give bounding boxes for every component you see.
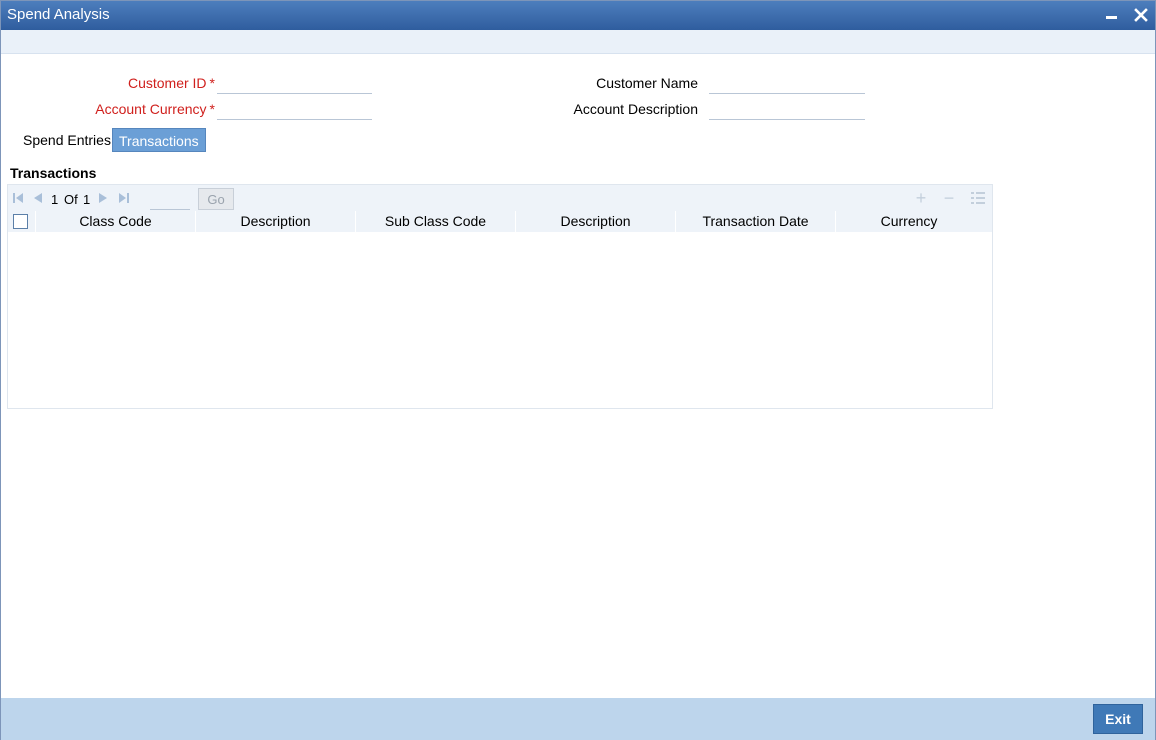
column-header-transaction-date[interactable]: Transaction Date: [676, 211, 836, 232]
customer-name-input[interactable]: [709, 74, 865, 94]
toolbar-strip: [1, 30, 1155, 54]
column-header-class-code[interactable]: Class Code: [36, 211, 196, 232]
tab-spend-entries[interactable]: Spend Entries: [17, 128, 117, 152]
last-page-icon[interactable]: [118, 192, 130, 204]
close-button[interactable]: [1132, 6, 1150, 24]
select-all-checkbox[interactable]: [13, 214, 28, 229]
account-currency-input[interactable]: [217, 100, 372, 120]
minimize-button[interactable]: [1102, 6, 1120, 24]
grid-header: Class Code Description Sub Class Code De…: [8, 211, 992, 232]
transactions-grid: 1 Of 1 Go + − Class Code Description Sub…: [7, 184, 993, 409]
page-total: 1: [83, 192, 91, 207]
title-bar: Spend Analysis: [1, 1, 1155, 30]
account-currency-label-text: Account Currency: [95, 101, 207, 117]
close-icon: [1134, 8, 1148, 22]
column-header-sub-class-description[interactable]: Description: [516, 211, 676, 232]
delete-row-icon[interactable]: −: [941, 189, 957, 207]
customer-name-label: Customer Name: [596, 75, 698, 91]
column-header-sub-class-code[interactable]: Sub Class Code: [356, 211, 516, 232]
select-all-cell: [8, 211, 36, 232]
minimize-icon: [1106, 16, 1117, 19]
next-page-icon[interactable]: [97, 192, 109, 204]
add-row-icon[interactable]: +: [913, 189, 929, 207]
tab-transactions[interactable]: Transactions: [112, 128, 206, 152]
column-header-currency[interactable]: Currency: [836, 211, 982, 232]
customer-id-input[interactable]: [217, 74, 372, 94]
page-current: 1: [51, 192, 59, 207]
window-title: Spend Analysis: [7, 6, 110, 23]
page-number-input[interactable]: [150, 190, 190, 210]
page-of-label: Of: [64, 192, 78, 207]
previous-page-icon[interactable]: [32, 192, 44, 204]
required-mark: *: [209, 101, 215, 117]
account-description-input[interactable]: [709, 100, 865, 120]
spend-analysis-window: Spend Analysis Customer ID * Account Curr…: [0, 0, 1156, 740]
account-currency-label: Account Currency *: [61, 101, 215, 117]
pager-bar: 1 Of 1 Go + −: [8, 185, 992, 211]
exit-button[interactable]: Exit: [1093, 704, 1143, 734]
first-page-icon[interactable]: [12, 192, 24, 204]
customer-id-label-text: Customer ID: [127, 75, 207, 91]
required-mark: *: [209, 75, 215, 91]
go-button[interactable]: Go: [198, 188, 234, 210]
customer-id-label: Customer ID *: [61, 75, 215, 91]
single-view-icon[interactable]: [970, 190, 986, 206]
account-description-label: Account Description: [573, 101, 698, 117]
section-title: Transactions: [10, 165, 97, 181]
column-header-description[interactable]: Description: [196, 211, 356, 232]
footer-bar: Exit: [1, 698, 1155, 740]
